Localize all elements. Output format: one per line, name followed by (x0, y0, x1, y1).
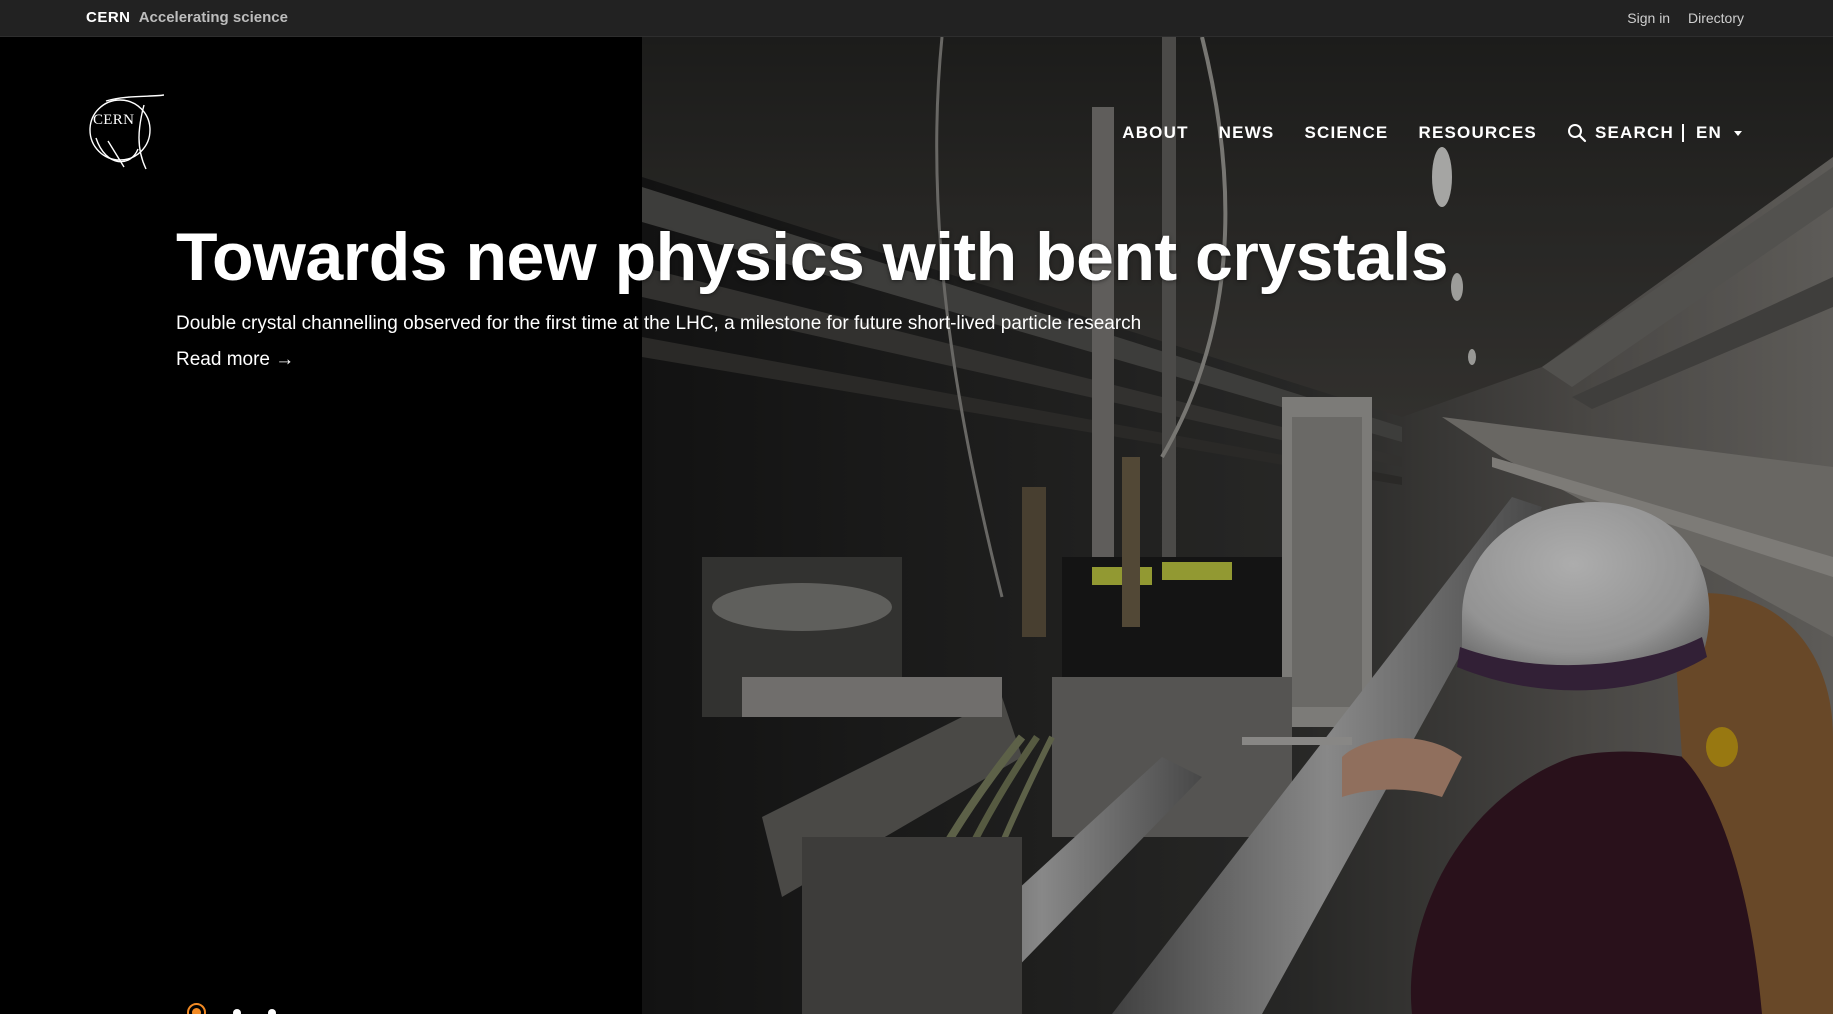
nav-science[interactable]: SCIENCE (1304, 123, 1388, 143)
nav-divider (1681, 124, 1684, 142)
search-label: SEARCH (1594, 123, 1674, 142)
hero-content: Towards new physics with bent crystals D… (176, 217, 1476, 373)
search-icon (1567, 124, 1587, 143)
cern-logo-icon (89, 94, 165, 170)
hero-banner: CERN ABOUT NEWS SCIENCE RESOURCES SEARCH… (0, 37, 1833, 1014)
language-selector[interactable]: EN (1696, 123, 1742, 143)
carousel-dot-1[interactable] (187, 1003, 206, 1014)
hero-subtitle: Double crystal channelling observed for … (176, 313, 1142, 334)
utility-links: Sign in Directory (1613, 8, 1744, 28)
logo-text: CERN (93, 112, 135, 128)
directory-link[interactable]: Directory (1688, 10, 1744, 26)
nav-about[interactable]: ABOUT (1122, 123, 1188, 143)
sign-in-link[interactable]: Sign in (1627, 10, 1670, 26)
nav-news[interactable]: NEWS (1219, 123, 1275, 143)
top-utility-bar: CERN Accelerating science Sign in Direct… (0, 0, 1833, 37)
read-more-link[interactable]: Read more → (176, 347, 294, 373)
carousel-indicators (187, 1003, 276, 1014)
brand-tagline: Accelerating science (138, 9, 288, 26)
hero-photo (642, 37, 1833, 1014)
language-code: EN (1695, 123, 1722, 142)
nav-resources[interactable]: RESOURCES (1418, 123, 1537, 143)
cern-logo[interactable]: CERN (86, 93, 165, 171)
carousel-dot-2[interactable] (233, 1008, 241, 1014)
main-navigation: ABOUT NEWS SCIENCE RESOURCES SEARCH EN (1122, 121, 1833, 145)
chevron-down-icon (1734, 130, 1742, 136)
hero-title: Towards new physics with bent crystals (176, 219, 1449, 295)
carousel-dot-3[interactable] (268, 1008, 276, 1014)
photo-shade-overlay (642, 37, 1833, 1014)
brand-name: CERN (86, 9, 131, 26)
active-dot-center (192, 1008, 201, 1014)
site-brand[interactable]: CERN Accelerating science (86, 8, 288, 28)
search-button[interactable]: SEARCH (1567, 123, 1674, 143)
